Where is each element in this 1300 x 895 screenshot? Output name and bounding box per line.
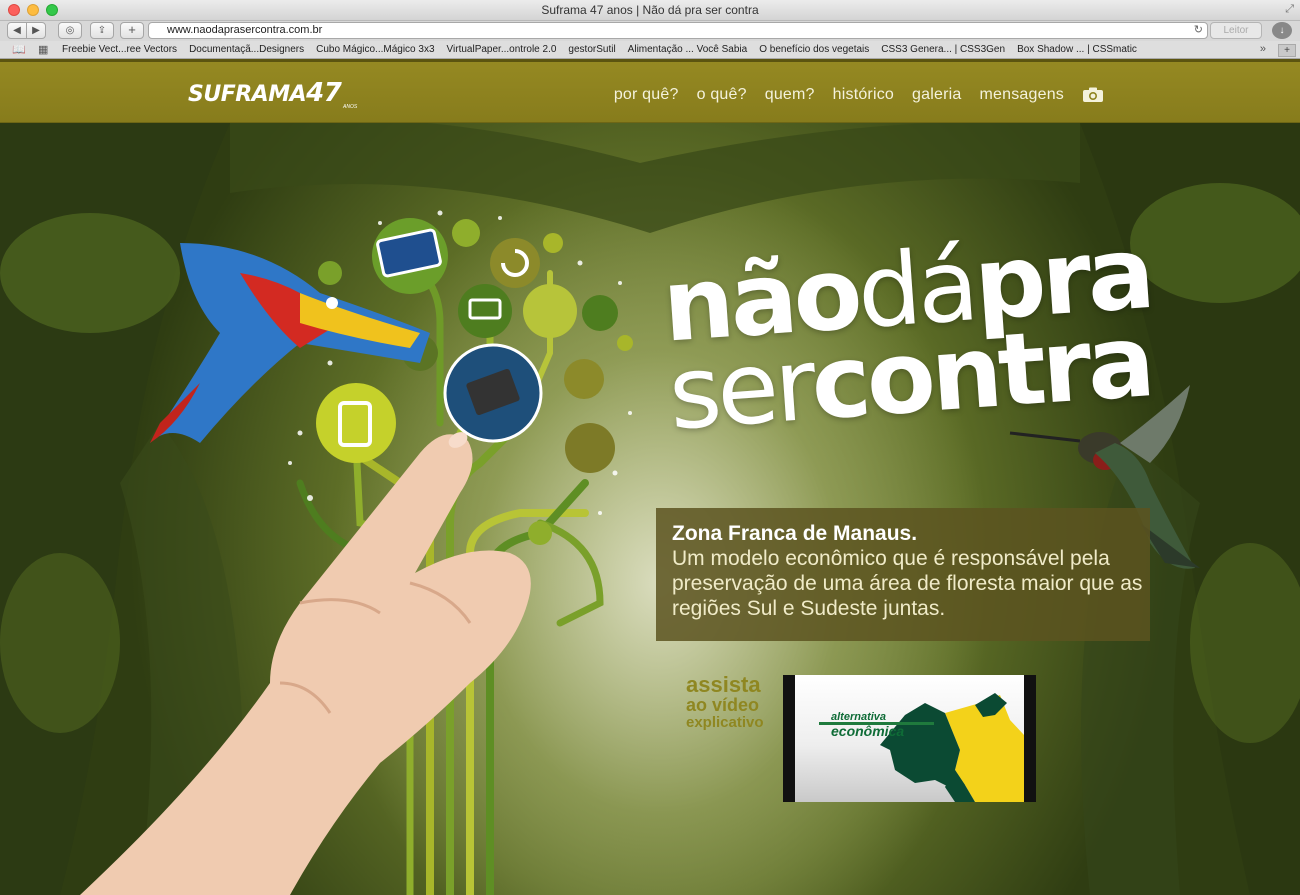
reader-button[interactable]: Leitor [1210,22,1262,39]
bookmark-item[interactable]: Documentaçã...Designers [189,44,304,55]
video-frame: alternativa econômica [795,675,1024,802]
reading-list-button[interactable]: ◎ [58,22,82,39]
add-bookmark-button[interactable]: + [1278,44,1296,57]
logo-number: 47 [306,78,342,108]
bookmark-item[interactable]: Alimentação ... Você Sabia [628,44,748,55]
nav-mensagens[interactable]: mensagens [979,86,1064,104]
nav-o-que[interactable]: o quê? [697,86,747,104]
nav-por-que[interactable]: por quê? [614,86,679,104]
headline-ser: ser [665,325,816,453]
video-cta-line2: ao vídeo [686,695,760,715]
window-title: Suframa 47 anos | Não dá pra ser contra [541,3,759,17]
hero-headline: nãodápra sercontra [659,214,1160,453]
hero-section: nãodápra sercontra Zona Franca de Manaus… [0,123,1300,895]
bookmark-list: Freebie Vect...ree Vectors Documentaçã..… [62,44,1137,55]
bookmark-item[interactable]: Freebie Vect...ree Vectors [62,44,177,55]
grid-icon[interactable]: ▦ [38,43,48,56]
logo-text: SUFRAMA [188,82,307,107]
info-box: Zona Franca de Manaus. Um modelo econômi… [656,508,1150,641]
plus-icon: + [128,22,136,37]
forward-button[interactable]: ▶ [26,22,46,39]
fullscreen-icon[interactable]: ⤢ [1285,3,1294,16]
brazil-map-icon [880,693,1024,802]
video-title-2: econômica [831,723,905,739]
bookmark-item[interactable]: CSS3 Genera... | CSS3Gen [881,44,1005,55]
site-logo[interactable]: SUFRAMA47 [188,78,342,108]
nav-historico[interactable]: histórico [833,86,894,104]
nav-quem[interactable]: quem? [765,86,815,104]
bookmark-item[interactable]: Cubo Mágico...Mágico 3x3 [316,44,434,55]
video-cta-line1: assista [686,672,761,697]
bookmark-item[interactable]: VirtualPaper...ontrole 2.0 [447,44,557,55]
bookmarks-icon[interactable]: 📖 [12,43,26,56]
address-bar[interactable]: www.naodaprasercontra.com.br ↻ [148,22,1208,39]
forward-icon: ▶ [32,25,40,36]
logo-sub: ANOS [343,104,358,110]
camera-icon[interactable] [1082,87,1104,103]
bookmarks-bar: 📖 ▦ Freebie Vect...ree Vectors Documenta… [0,41,1300,59]
back-button[interactable]: ◀ [7,22,27,39]
nav-galeria[interactable]: galeria [912,86,961,104]
info-title: Zona Franca de Manaus. [672,522,918,545]
back-icon: ◀ [13,25,21,36]
bookmark-item[interactable]: gestorSutil [568,44,615,55]
video-thumbnail[interactable]: alternativa econômica [783,675,1036,802]
share-icon: ⇪ [97,25,107,36]
video-cta[interactable]: assista ao vídeo explicativo [686,674,764,732]
video-title-1: alternativa [831,711,887,723]
bookmark-item[interactable]: O benefício dos vegetais [759,44,869,55]
video-cta-line3: explicativo [686,714,764,731]
chevron-more-icon[interactable]: » [1260,43,1266,55]
reload-icon[interactable]: ↻ [1194,23,1203,38]
headline-contra: contra [807,302,1155,443]
browser-toolbar: ◀ ▶ ◎ ⇪ + www.naodaprasercontra.com.br ↻… [0,21,1300,41]
share-button[interactable]: ⇪ [90,22,114,39]
main-nav: por quê? o quê? quem? histórico galeria … [614,86,1104,104]
bookmark-item[interactable]: Box Shadow ... | CSSmatic [1017,44,1137,55]
url-text: www.naodaprasercontra.com.br [167,24,323,36]
new-tab-button[interactable]: + [120,22,144,39]
reader-icon: ◎ [65,25,75,36]
download-icon[interactable]: ↓ [1272,22,1292,39]
info-text: Um modelo econômico que é responsável pe… [672,547,1143,620]
site-header: SUFRAMA47 ANOS por quê? o quê? quem? his… [0,59,1300,123]
window-titlebar: Suframa 47 anos | Não dá pra ser contra … [0,0,1300,21]
